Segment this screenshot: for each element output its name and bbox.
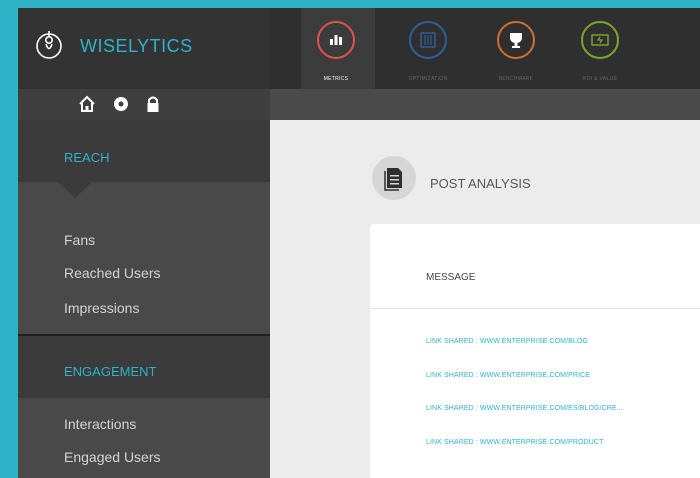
tab-metrics[interactable]: METRICS [301, 8, 375, 89]
app-window: WISELYTICS METRICS OPTIMIZATION BENCHMAR… [18, 8, 700, 478]
table-row[interactable]: LINK SHARED : WWW.ENTERPRISE.COM/BLOG [426, 338, 588, 345]
column-header-message[interactable]: MESSAGE [426, 272, 475, 283]
bar-chart-icon [317, 21, 355, 59]
section-title: ENGAGEMENT [64, 364, 157, 379]
sidebar-item-reached-users[interactable]: Reached Users [64, 265, 161, 281]
top-bar: WISELYTICS METRICS OPTIMIZATION BENCHMAR… [18, 8, 700, 89]
settings-icon[interactable] [112, 95, 130, 113]
sidebar-item-interactions[interactable]: Interactions [64, 416, 136, 432]
table-row[interactable]: LINK SHARED : WWW.ENTERPRISE.COM/PRICE [426, 372, 590, 379]
money-icon [581, 21, 619, 59]
post-table-card: MESSAGE LINK SHARED : WWW.ENTERPRISE.COM… [370, 224, 700, 478]
tab-label: ROI & VALUE [582, 76, 618, 82]
main-content: POST ANALYSIS MESSAGE LINK SHARED : WWW.… [270, 120, 700, 478]
tab-label: OPTIMIZATION [408, 76, 448, 82]
logo-icon [36, 31, 62, 59]
sidebar: REACH Fans Reached Users Impressions ENG… [18, 120, 270, 478]
home-icon[interactable] [78, 95, 96, 113]
tab-benchmark[interactable]: BENCHMARK [481, 8, 555, 89]
table-row[interactable]: LINK SHARED : WWW.ENTERPRISE.COM/PRODUCT [426, 439, 603, 446]
sidebar-item-engaged-users[interactable]: Engaged Users [64, 449, 161, 465]
sub-toolbar-left [18, 89, 270, 120]
section-title: REACH [64, 150, 110, 165]
lock-icon[interactable] [144, 95, 162, 113]
page-title: POST ANALYSIS [430, 176, 531, 191]
tab-optimization[interactable]: OPTIMIZATION [393, 8, 467, 89]
section-arrow [58, 182, 92, 198]
tab-label: BENCHMARK [498, 76, 534, 82]
tab-label: METRICS [323, 76, 349, 82]
brand-name: WISELYTICS [80, 36, 193, 56]
sub-toolbar [18, 89, 700, 120]
table-header: MESSAGE [370, 224, 700, 309]
section-header-engagement[interactable]: ENGAGEMENT [18, 336, 270, 398]
trophy-icon [497, 21, 535, 59]
sliders-icon [409, 21, 447, 59]
sidebar-item-fans[interactable]: Fans [64, 232, 95, 248]
tab-roi-value[interactable]: ROI & VALUE [565, 8, 639, 89]
table-row[interactable]: LINK SHARED : WWW.ENTERPRISE.COM/ES/BLOG… [426, 405, 623, 412]
sidebar-item-impressions[interactable]: Impressions [64, 300, 139, 316]
brand[interactable]: WISELYTICS [18, 8, 270, 89]
section-arrow [58, 382, 92, 398]
section-header-reach[interactable]: REACH [18, 120, 270, 182]
document-icon [372, 156, 416, 200]
